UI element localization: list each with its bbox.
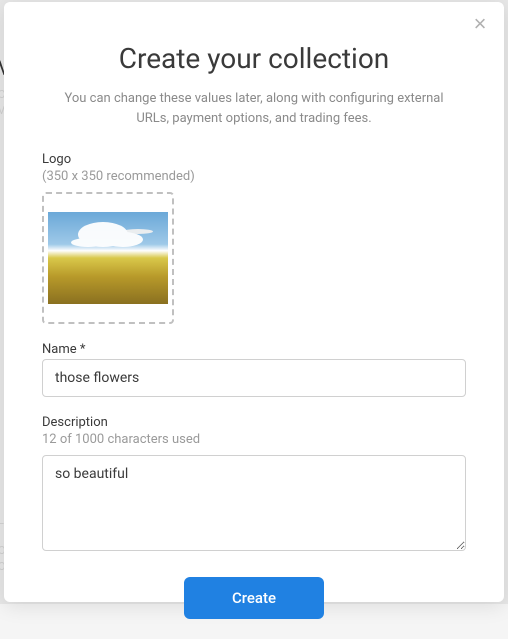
name-field-group: Name * bbox=[42, 342, 466, 397]
close-button[interactable]: × bbox=[470, 14, 490, 34]
description-field-group: Description 12 of 1000 characters used bbox=[42, 415, 466, 555]
modal-subtitle: You can change these values later, along… bbox=[42, 89, 466, 128]
logo-preview-image bbox=[48, 212, 168, 304]
modal-title: Create your collection bbox=[42, 42, 466, 75]
name-label: Name * bbox=[42, 342, 466, 357]
description-hint: 12 of 1000 characters used bbox=[42, 432, 466, 447]
create-collection-modal: × Create your collection You can change … bbox=[4, 2, 504, 602]
logo-label: Logo bbox=[42, 152, 466, 167]
create-button[interactable]: Create bbox=[184, 577, 324, 619]
name-input[interactable] bbox=[42, 359, 466, 397]
modal-content: Create your collection You can change th… bbox=[4, 2, 504, 639]
logo-hint: (350 x 350 recommended) bbox=[42, 169, 466, 184]
description-input[interactable] bbox=[42, 455, 466, 551]
description-label: Description bbox=[42, 415, 466, 430]
logo-field-group: Logo (350 x 350 recommended) bbox=[42, 152, 466, 324]
logo-upload-area[interactable] bbox=[42, 192, 174, 324]
